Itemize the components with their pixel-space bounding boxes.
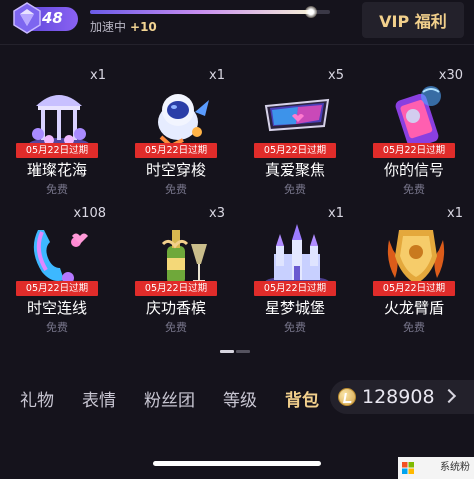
gift-price: 免费: [403, 183, 425, 196]
telephone-icon: [33, 230, 88, 284]
gift-name: 时空连线: [26, 299, 87, 317]
gift-price: 免费: [165, 321, 187, 334]
expiry-tag: 05月22日过期: [373, 143, 455, 158]
gift-count: x1: [90, 68, 106, 83]
coin-balance: 128908: [362, 386, 435, 408]
castle-icon: [265, 224, 329, 288]
vip-benefits-button[interactable]: VIP 福利: [362, 2, 464, 38]
gift-item[interactable]: x3 05月22日过期 庆功香槟 免费: [119, 206, 237, 336]
bottom-tab-bar: 礼物 表情 粉丝团 等级 背包 128908: [0, 374, 474, 418]
page-indicator-inactive: [236, 350, 250, 353]
gift-count: x30: [438, 68, 463, 83]
gift-name: 时空穿梭: [145, 161, 206, 179]
diamond-icon: [13, 2, 41, 34]
gift-price: 免费: [284, 321, 306, 334]
expiry-tag: 05月22日过期: [16, 143, 98, 158]
watermark-text: 系统粉: [440, 462, 470, 473]
coin-icon: [338, 388, 356, 406]
expiry-tag: 05月22日过期: [135, 143, 217, 158]
gift-count: x108: [73, 206, 106, 221]
gift-count: x1: [328, 206, 344, 221]
expiry-tag: 05月22日过期: [373, 281, 455, 296]
gift-price: 免费: [165, 183, 187, 196]
gift-name: 你的信号: [383, 161, 444, 179]
home-indicator[interactable]: [153, 461, 321, 466]
gift-name: 真爱聚焦: [264, 161, 325, 179]
progress-status: 加速中 +10: [90, 18, 157, 35]
gift-count: x3: [209, 206, 225, 221]
gift-item[interactable]: x5 05月22日过期 真爱聚焦 免费: [238, 68, 356, 198]
progress-boost: +10: [130, 20, 157, 34]
gift-name: 星梦城堡: [264, 299, 325, 317]
champagne-icon: [161, 230, 207, 284]
expiry-tag: 05月22日过期: [135, 281, 217, 296]
header: 48 加速中 +10 VIP 福利: [0, 0, 474, 44]
gift-count: x1: [209, 68, 225, 83]
gift-price: 免费: [46, 321, 68, 334]
chevron-right-icon: [441, 388, 457, 404]
gift-count: x1: [447, 206, 463, 221]
gift-item[interactable]: x108 05月22日过期 时空连线 免费: [0, 206, 118, 336]
expiry-tag: 05月22日过期: [254, 143, 336, 158]
gift-item[interactable]: x1 05月22日过期 星梦城堡 免费: [238, 206, 356, 336]
gift-item[interactable]: x30 05月22日过期 你的信号 免费: [357, 68, 474, 198]
fire-shield-icon: [387, 230, 445, 284]
wallet-balance-button[interactable]: 128908: [330, 380, 474, 414]
windows-logo-icon: [402, 462, 414, 474]
tab-gifts[interactable]: 礼物: [20, 386, 54, 411]
astronaut-icon: [158, 94, 209, 149]
tab-stickers[interactable]: 表情: [82, 386, 116, 411]
header-divider: [0, 44, 474, 45]
gift-item[interactable]: x1 05月22日过期 璀璨花海 免费: [0, 68, 118, 198]
gift-name: 火龙臂盾: [383, 299, 444, 317]
gift-price: 免费: [46, 183, 68, 196]
gift-item[interactable]: x1 05月22日过期 火龙臂盾 免费: [357, 206, 474, 336]
gift-price: 免费: [284, 183, 306, 196]
vr-glasses-icon: [264, 98, 330, 132]
tab-fan-club[interactable]: 粉丝团: [144, 386, 195, 411]
progress-knob: [304, 6, 317, 18]
expiry-tag: 05月22日过期: [16, 281, 98, 296]
gazebo-icon: [29, 95, 89, 150]
level-number: 48: [42, 9, 63, 27]
gift-name: 庆功香槟: [145, 299, 206, 317]
expiry-tag: 05月22日过期: [254, 281, 336, 296]
gift-name: 璀璨花海: [26, 161, 87, 179]
page-indicator-active: [220, 350, 234, 353]
gift-item[interactable]: x1 05月22日过期 时空穿梭 免费: [119, 68, 237, 198]
gift-price: 免费: [403, 321, 425, 334]
gift-count: x5: [328, 68, 344, 83]
watermark: 系统粉: [398, 457, 474, 479]
level-badge[interactable]: 48: [13, 2, 78, 34]
level-progress-bar: [90, 6, 330, 18]
level-progress-fill: [90, 10, 311, 14]
progress-label: 加速中: [90, 20, 127, 34]
tab-backpack[interactable]: 背包: [285, 386, 319, 411]
tab-level[interactable]: 等级: [223, 386, 257, 411]
phone-signal-icon: [395, 86, 441, 149]
